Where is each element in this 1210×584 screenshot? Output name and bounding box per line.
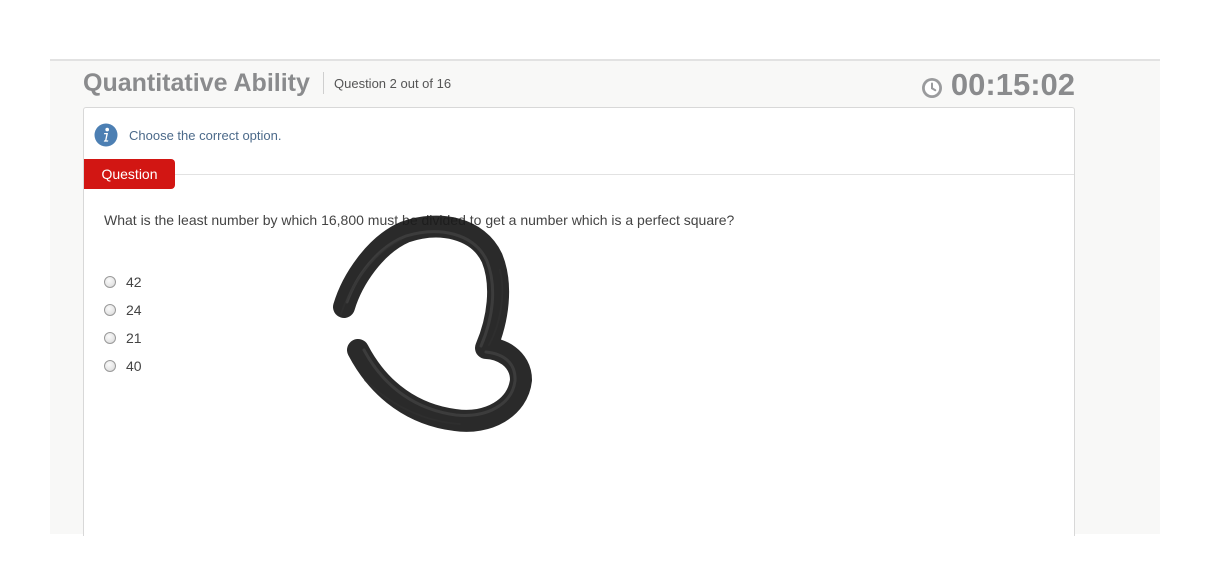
timer-value: 00:15:02 bbox=[950, 67, 1075, 102]
option-radio[interactable] bbox=[104, 360, 116, 372]
quiz-header: Quantitative Ability Question 2 out of 1… bbox=[83, 67, 1075, 109]
answer-option[interactable]: 24 bbox=[104, 296, 142, 324]
section-title: Quantitative Ability bbox=[83, 69, 310, 97]
clock-icon bbox=[921, 78, 942, 98]
timer: 00:15:02 bbox=[921, 67, 1075, 103]
question-text: What is the least number by which 16,800… bbox=[104, 212, 735, 228]
instruction-row: Choose the correct option. bbox=[94, 123, 281, 147]
answer-option[interactable]: 21 bbox=[104, 324, 142, 352]
question-counter: Question 2 out of 16 bbox=[334, 76, 452, 91]
answer-option[interactable]: 40 bbox=[104, 352, 142, 380]
option-label[interactable]: 24 bbox=[126, 302, 142, 318]
question-panel: Choose the correct option. Question What… bbox=[83, 107, 1075, 536]
tab-question[interactable]: Question bbox=[84, 159, 175, 189]
quiz-frame: Quantitative Ability Question 2 out of 1… bbox=[50, 59, 1160, 536]
option-label[interactable]: 42 bbox=[126, 274, 142, 290]
option-radio[interactable] bbox=[104, 332, 116, 344]
option-radio[interactable] bbox=[104, 276, 116, 288]
tab-separator bbox=[84, 174, 1074, 175]
option-label[interactable]: 40 bbox=[126, 358, 142, 374]
option-label[interactable]: 21 bbox=[126, 330, 142, 346]
info-icon bbox=[94, 123, 118, 147]
answer-option[interactable]: 42 bbox=[104, 268, 142, 296]
answer-options: 42 24 21 40 bbox=[104, 268, 142, 380]
header-divider bbox=[323, 72, 324, 94]
instruction-text: Choose the correct option. bbox=[129, 127, 282, 143]
option-radio[interactable] bbox=[104, 304, 116, 316]
